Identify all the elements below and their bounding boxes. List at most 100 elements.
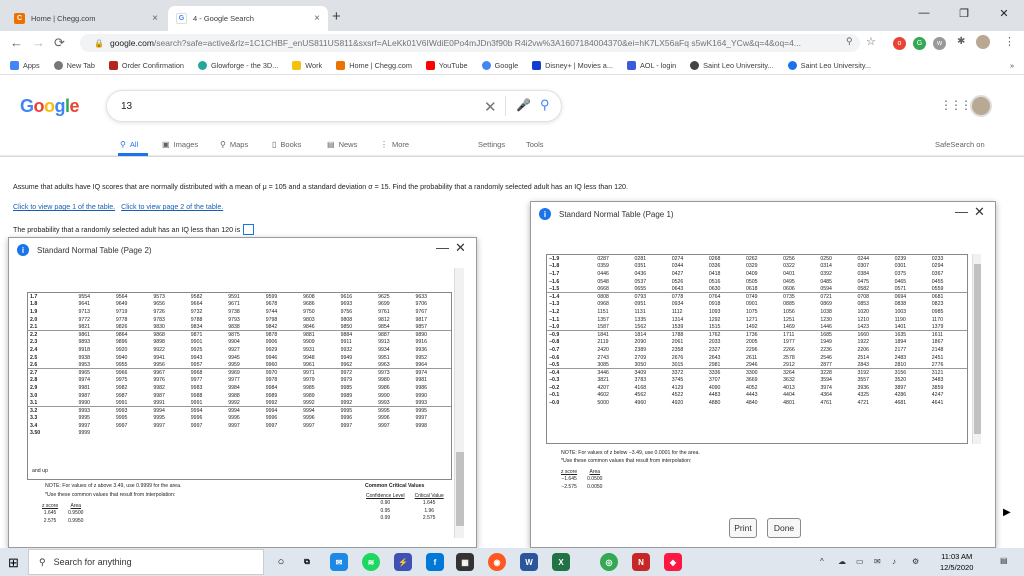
menu-kebab-icon[interactable]: ⋮ xyxy=(1004,35,1015,48)
bookmark-apps[interactable]: Apps xyxy=(10,60,40,70)
tray-volume-icon[interactable]: ♪ xyxy=(892,557,896,566)
z-value-cell: −1.3 xyxy=(549,301,560,308)
tray-mail-icon[interactable]: ✉ xyxy=(874,557,881,566)
bookmark-google[interactable]: Google xyxy=(481,60,518,70)
scrollbar[interactable] xyxy=(972,254,981,444)
google-apps-icon[interactable]: ⋮⋮⋮ xyxy=(940,98,972,112)
extension-icon[interactable]: o xyxy=(893,37,906,50)
probability-cell: 9633 xyxy=(415,293,428,300)
address-bar[interactable]: 🔒 google.com /search?safe=active&rlz=1C1… xyxy=(80,34,860,52)
done-button[interactable]: Done xyxy=(767,518,801,538)
print-button[interactable]: Print xyxy=(729,518,757,538)
tab-close-icon[interactable]: × xyxy=(314,13,320,24)
tab-close-icon[interactable]: × xyxy=(152,13,158,24)
bookmark-aol[interactable]: AOL - login xyxy=(626,60,676,70)
tray-network-icon[interactable]: ▭ xyxy=(856,557,864,566)
cortana-icon[interactable]: ○ xyxy=(272,553,290,571)
bookmark-order-confirmation[interactable]: Order Confirmation xyxy=(108,60,184,70)
minimize-button[interactable]: — xyxy=(904,2,944,24)
safesearch-status[interactable]: SafeSearch on xyxy=(935,140,985,149)
google-logo[interactable]: Google xyxy=(20,96,80,117)
probability-cell: 0244 xyxy=(857,255,870,262)
bookmark-new-tab[interactable]: New Tab xyxy=(53,60,95,70)
view-page1-link[interactable]: Click to view page 1 of the table. xyxy=(13,203,115,211)
taskbar-clock[interactable]: 11:03 AM 12/5/2020 xyxy=(940,551,973,573)
bookmark-saint-leo-2[interactable]: Saint Leo University... xyxy=(787,60,871,70)
scrollbar-thumb[interactable] xyxy=(974,264,981,434)
bookmarks-overflow-button[interactable]: » xyxy=(1010,61,1014,70)
forward-button[interactable]: → xyxy=(32,35,45,50)
scrollbar[interactable] xyxy=(454,268,464,538)
bookmark-star-icon[interactable]: ☆ xyxy=(866,35,876,48)
search-icon[interactable]: ⚲ xyxy=(540,97,550,113)
probability-cell: 9999 xyxy=(78,430,90,437)
extension-icon[interactable]: w xyxy=(933,37,946,50)
tab-chegg-home[interactable]: C Home | Chegg.com × xyxy=(6,6,166,31)
notifications-icon[interactable]: ▤ xyxy=(1000,556,1008,565)
tools-link[interactable]: Tools xyxy=(526,140,544,149)
extensions-puzzle-icon[interactable]: ✱ xyxy=(957,36,965,47)
bookmark-disney[interactable]: Disney+ | Movies a... xyxy=(532,60,613,70)
new-tab-button[interactable]: + xyxy=(332,8,341,25)
tab-images[interactable]: ▣ Images xyxy=(162,140,198,149)
tab-all[interactable]: ⚲ All xyxy=(120,140,138,149)
task-view-icon[interactable]: ⧉ xyxy=(298,553,316,571)
z-value-cell: −0.2 xyxy=(549,384,560,391)
close-window-button[interactable]: ✕ xyxy=(984,2,1024,24)
account-avatar[interactable] xyxy=(970,95,992,117)
table-cell: 0.9950 xyxy=(68,517,84,524)
extension-icon[interactable]: G xyxy=(913,37,926,50)
close-dialog-button[interactable]: ✕ xyxy=(974,204,985,220)
spotify-icon[interactable]: ≋ xyxy=(362,553,380,571)
app-icon[interactable]: ▦ xyxy=(456,553,474,571)
word-icon[interactable]: W xyxy=(520,553,538,571)
settings-link[interactable]: Settings xyxy=(478,140,505,149)
next-arrow-icon[interactable]: ▶ xyxy=(1003,507,1011,518)
tab-news[interactable]: ▤ News xyxy=(327,140,357,149)
chrome-icon[interactable]: ◎ xyxy=(600,553,618,571)
scrollbar-thumb[interactable] xyxy=(456,452,464,526)
reload-button[interactable]: ⟳ xyxy=(54,35,65,51)
tab-books[interactable]: ▯ Books xyxy=(272,140,301,149)
app-icon[interactable]: ◆ xyxy=(664,553,682,571)
probability-cell: 9931 xyxy=(303,346,315,353)
clear-icon[interactable]: ✕ xyxy=(484,98,497,116)
minimize-dialog-button[interactable]: — xyxy=(955,204,968,219)
probability-cell: 9878 xyxy=(263,330,302,339)
tab-more[interactable]: ⋮ More xyxy=(380,140,409,149)
bookmark-work[interactable]: Work xyxy=(292,60,322,70)
info-icon: i xyxy=(539,208,551,220)
bookmark-saint-leo-1[interactable]: Saint Leo University... xyxy=(690,60,774,70)
probability-cell: 9985 xyxy=(340,384,353,391)
microphone-icon[interactable]: 🎤 xyxy=(516,98,531,112)
answer-input[interactable] xyxy=(243,224,255,235)
view-page2-link[interactable]: Click to view page 2 of the table. xyxy=(121,203,223,211)
bookmark-chegg[interactable]: Home | Chegg.com xyxy=(336,60,412,70)
tray-chevron-icon[interactable]: ^ xyxy=(820,557,824,566)
tray-settings-icon[interactable]: ⚙ xyxy=(912,557,919,566)
bookmark-glowforge[interactable]: Glowforge - the 3D... xyxy=(197,60,278,70)
close-dialog-button[interactable]: ✕ xyxy=(455,240,466,256)
firefox-icon[interactable]: ◉ xyxy=(488,553,506,571)
excel-icon[interactable]: X xyxy=(552,553,570,571)
back-button[interactable]: ← xyxy=(10,35,23,50)
table-row: 3.1 9990 9991 9991 9991 9992 9992 9992 9992 9993 9… xyxy=(28,399,451,407)
messenger-icon[interactable]: ⚡ xyxy=(394,553,412,571)
netflix-icon[interactable]: N xyxy=(632,553,650,571)
probability-cell: 9953 xyxy=(78,361,90,368)
tab-maps[interactable]: ⚲ Maps xyxy=(220,140,248,149)
minimize-dialog-button[interactable]: — xyxy=(436,240,449,255)
tray-cloud-icon[interactable]: ☁ xyxy=(838,557,846,566)
bookmark-youtube[interactable]: YouTube xyxy=(425,60,468,70)
windows-start-icon[interactable]: ⊞ xyxy=(8,555,19,571)
profile-avatar[interactable] xyxy=(976,35,990,49)
taskbar-search-input[interactable]: ⚲ Search for anything xyxy=(28,549,264,575)
facebook-icon[interactable]: f xyxy=(426,553,444,571)
mail-icon[interactable]: ✉ xyxy=(330,553,348,571)
probability-cell: 9959 xyxy=(228,361,240,368)
table-row: 3.4 9997 9997 9997 9997 9997 9997 9997 9997 9997 9… xyxy=(28,422,451,430)
maximize-button[interactable]: ❐ xyxy=(944,2,984,24)
probability-cell: 5000 xyxy=(597,400,609,407)
tab-google-search[interactable]: G 4 - Google Search × xyxy=(168,6,328,31)
location-icon[interactable]: ⚲ xyxy=(846,36,853,47)
